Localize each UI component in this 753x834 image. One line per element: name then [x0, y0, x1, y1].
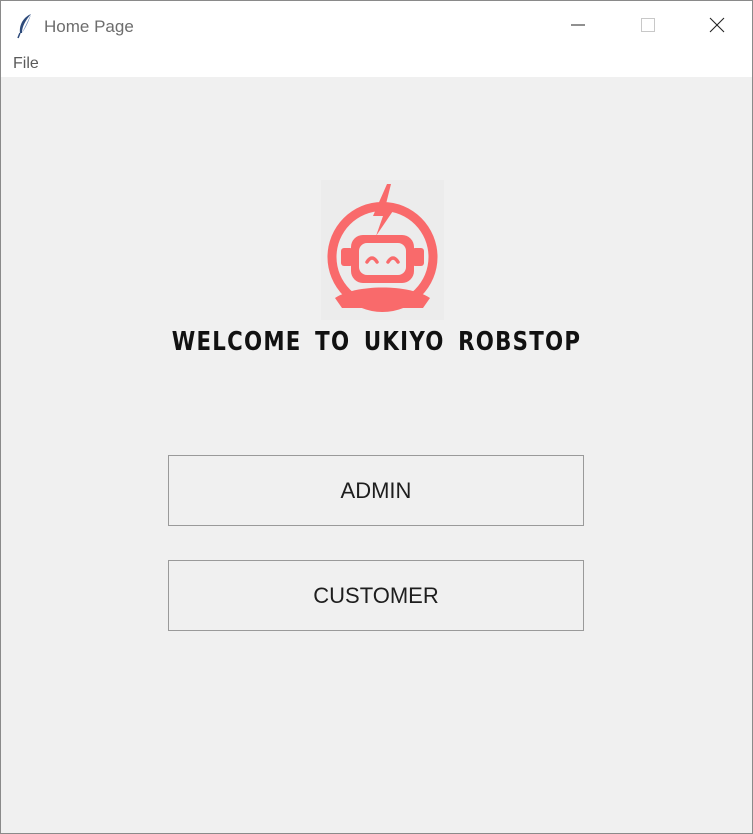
customer-button[interactable]: CUSTOMER: [168, 560, 584, 631]
minimize-icon: [571, 18, 585, 37]
maximize-icon: [641, 17, 655, 37]
menu-file[interactable]: File: [13, 55, 39, 73]
minimize-button[interactable]: [543, 1, 613, 53]
feather-icon: [15, 13, 35, 39]
maximize-button[interactable]: [613, 1, 683, 53]
close-button[interactable]: [682, 1, 752, 53]
menu-bar: File: [1, 53, 752, 77]
title-bar[interactable]: Home Page: [1, 1, 752, 53]
close-icon: [709, 17, 725, 38]
robot-logo-icon: [321, 180, 444, 320]
admin-button[interactable]: ADMIN: [168, 455, 584, 526]
app-window: Home Page File WELCOME TO UKIYO ROBSTOP …: [0, 0, 753, 834]
main-content: WELCOME TO UKIYO ROBSTOP ADMIN CUSTOMER: [1, 77, 752, 833]
welcome-heading: WELCOME TO UKIYO ROBSTOP: [171, 327, 582, 357]
window-title: Home Page: [44, 17, 134, 36]
